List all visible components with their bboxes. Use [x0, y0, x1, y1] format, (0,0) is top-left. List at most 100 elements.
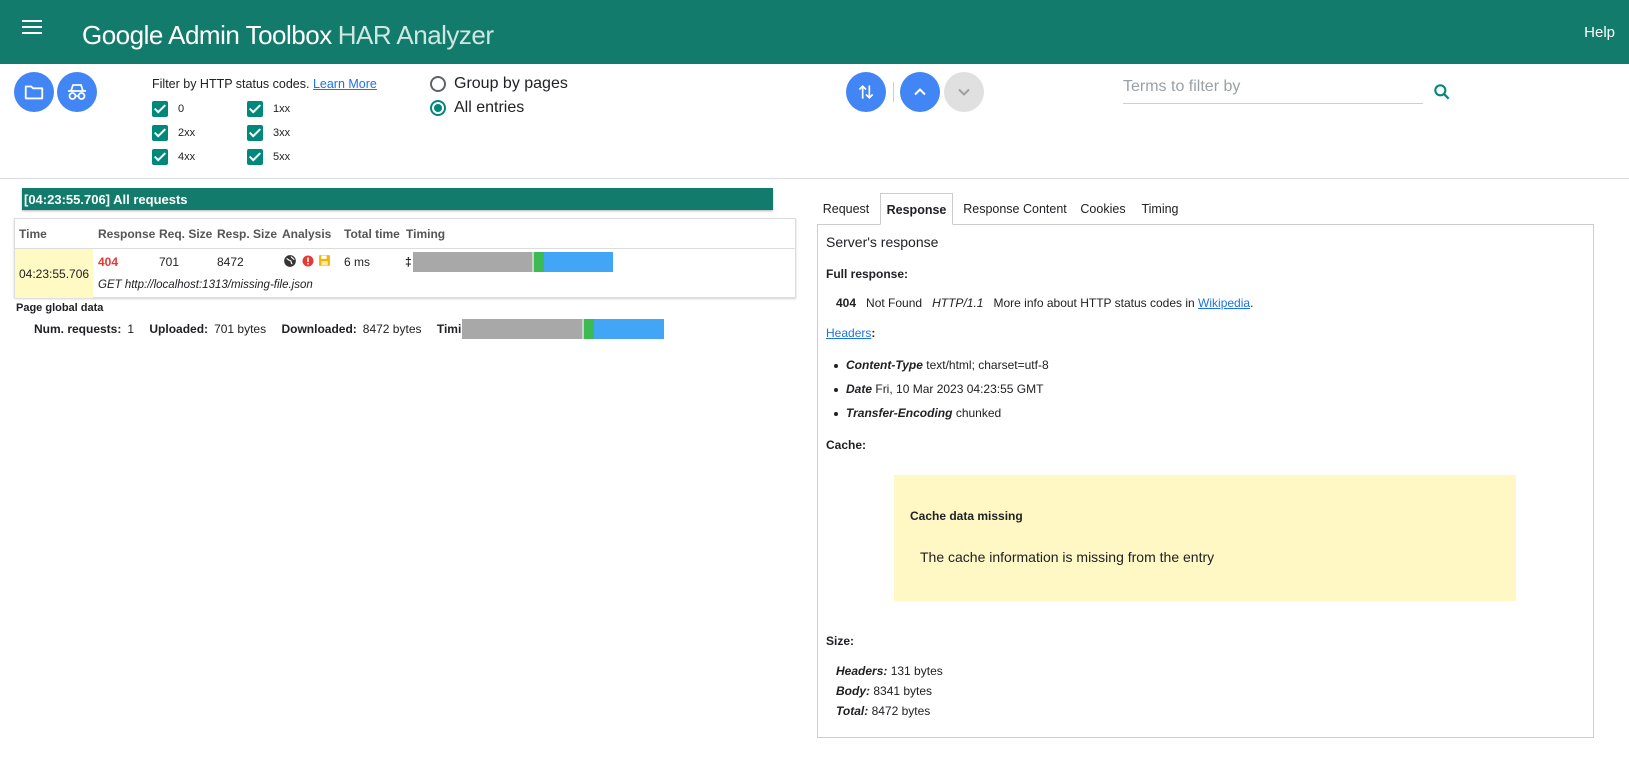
brand-title: Google Admin Toolbox [82, 20, 332, 50]
chevron-down-icon [958, 88, 970, 96]
brand-subtitle: HAR Analyzer [337, 20, 494, 50]
radio-label: Group by pages [454, 75, 568, 92]
checkbox-label: 0 [178, 103, 185, 115]
status-text: Not Found [866, 296, 923, 310]
column-header-total-time[interactable]: Total time [344, 227, 400, 241]
toolbar-divider-line [0, 178, 1629, 179]
error-icon [302, 255, 314, 267]
size-key: Headers: [836, 664, 888, 678]
timing-receive-segment [594, 319, 664, 339]
page-global-data-title: Page global data [16, 302, 104, 314]
filter-checkbox-5xx[interactable]: 5xx [247, 149, 290, 165]
globe-icon [284, 255, 296, 267]
cache-warning-title: Cache data missing [910, 509, 1023, 523]
filter-checkbox-0[interactable]: 0 [152, 101, 184, 117]
chevron-up-icon [914, 88, 926, 96]
status-info: More info about HTTP status codes in [993, 296, 1195, 310]
cache-warning-message: The cache information is missing from th… [920, 549, 1215, 565]
size-value: 8472 bytes [871, 704, 931, 718]
swap-vertical-icon [858, 84, 874, 100]
requests-title-bar: [04:23:55.706] All requests [22, 188, 773, 210]
column-header-resp-size[interactable]: Resp. Size [217, 227, 277, 241]
checkbox-label: 2xx [178, 127, 196, 139]
full-response-label: Full response: [826, 267, 909, 281]
row-timing-bar [413, 252, 613, 272]
headers-heading: Headers: [826, 326, 875, 340]
filter-checkbox-1xx[interactable]: 1xx [247, 101, 290, 117]
sort-button[interactable] [846, 72, 886, 112]
downloaded-label: Downloaded: [281, 322, 357, 336]
wikipedia-link[interactable]: Wikipedia [1198, 296, 1250, 310]
column-header-time[interactable]: Time [19, 227, 47, 241]
size-headers: Headers: 131 bytes [836, 664, 943, 678]
incognito-icon [68, 84, 86, 100]
header-value: Fri, 10 Mar 2023 04:23:55 GMT [875, 382, 1044, 396]
tab-request[interactable]: Request [816, 193, 876, 225]
search-input[interactable]: Terms to filter by [1123, 74, 1423, 104]
column-header-req-size[interactable]: Req. Size [159, 227, 212, 241]
size-key: Body: [836, 684, 870, 698]
filter-checkbox-2xx[interactable]: 2xx [152, 125, 195, 141]
column-header-analysis[interactable]: Analysis [282, 227, 331, 241]
tab-response-content[interactable]: Response Content [959, 193, 1071, 225]
checkbox-checked-icon [152, 149, 168, 165]
group-by-pages-radio[interactable]: Group by pages [430, 75, 568, 93]
learn-more-link[interactable]: Learn More [313, 77, 377, 91]
folder-icon [24, 85, 44, 100]
toolbar-divider [893, 82, 894, 102]
status-code: 404 [836, 296, 857, 310]
protocol: HTTP/1.1 [932, 296, 984, 310]
radio-label: All entries [454, 99, 525, 116]
checkbox-label: 3xx [273, 127, 291, 139]
column-header-response[interactable]: Response [98, 227, 155, 241]
row-req-size: 701 [159, 255, 180, 269]
size-body: Body: 8341 bytes [836, 684, 932, 698]
all-entries-radio[interactable]: All entries [430, 99, 524, 117]
row-time: 04:23:55.706 [15, 249, 93, 298]
timing-send-segment [534, 252, 544, 272]
list-item: Transfer-Encoding chunked [833, 406, 1002, 420]
save-icon [319, 255, 330, 266]
radio-selected-icon [430, 100, 446, 116]
next-entry-button[interactable] [944, 72, 984, 112]
status-filter-text: Filter by HTTP status codes. [152, 77, 310, 91]
tab-cookies[interactable]: Cookies [1077, 193, 1129, 225]
response-panel: Server's response Full response: 404 Not… [817, 224, 1594, 738]
tab-timing[interactable]: Timing [1136, 193, 1184, 225]
size-value: 8341 bytes [873, 684, 933, 698]
cache-warning-box: Cache data missing The cache information… [894, 475, 1516, 601]
help-link[interactable]: Help [1584, 24, 1615, 41]
row-timing-marker: ‡ [405, 255, 412, 269]
requests-table: Time Response Req. Size Resp. Size Analy… [14, 218, 796, 298]
uploaded-value: 701 bytes [214, 322, 267, 336]
app-brand: Google Admin Toolbox HAR Analyzer [82, 20, 494, 51]
num-requests-label: Num. requests: [34, 322, 122, 336]
filter-checkbox-3xx[interactable]: 3xx [247, 125, 290, 141]
search-icon[interactable] [1432, 82, 1452, 102]
header-value: chunked [955, 406, 1002, 420]
size-key: Total: [836, 704, 869, 718]
size-total: Total: 8472 bytes [836, 704, 930, 718]
row-url: GET http://localhost:1313/missing-file.j… [98, 279, 313, 291]
row-resp-size: 8472 [217, 255, 244, 269]
anonymize-button[interactable] [57, 72, 97, 112]
checkbox-checked-icon [247, 149, 263, 165]
headers-link[interactable]: Headers [826, 326, 871, 340]
filter-checkbox-4xx[interactable]: 4xx [152, 149, 195, 165]
table-header-divider [15, 248, 795, 249]
previous-entry-button[interactable] [900, 72, 940, 112]
size-value: 131 bytes [890, 664, 943, 678]
checkbox-checked-icon [152, 125, 168, 141]
headers-colon: : [871, 326, 876, 340]
header-key: Transfer-Encoding [846, 406, 953, 420]
header-value: text/html; charset=utf-8 [926, 358, 1049, 372]
size-label: Size: [826, 634, 855, 648]
menu-icon[interactable] [22, 20, 44, 36]
open-file-button[interactable] [14, 72, 54, 112]
column-header-timing[interactable]: Timing [406, 227, 445, 241]
header-key: Content-Type [846, 358, 923, 372]
list-item: Content-Type text/html; charset=utf-8 [834, 358, 1049, 372]
global-timing-bar [462, 319, 664, 339]
tab-response[interactable]: Response [880, 193, 953, 225]
list-item: Date Fri, 10 Mar 2023 04:23:55 GMT [833, 382, 1044, 396]
